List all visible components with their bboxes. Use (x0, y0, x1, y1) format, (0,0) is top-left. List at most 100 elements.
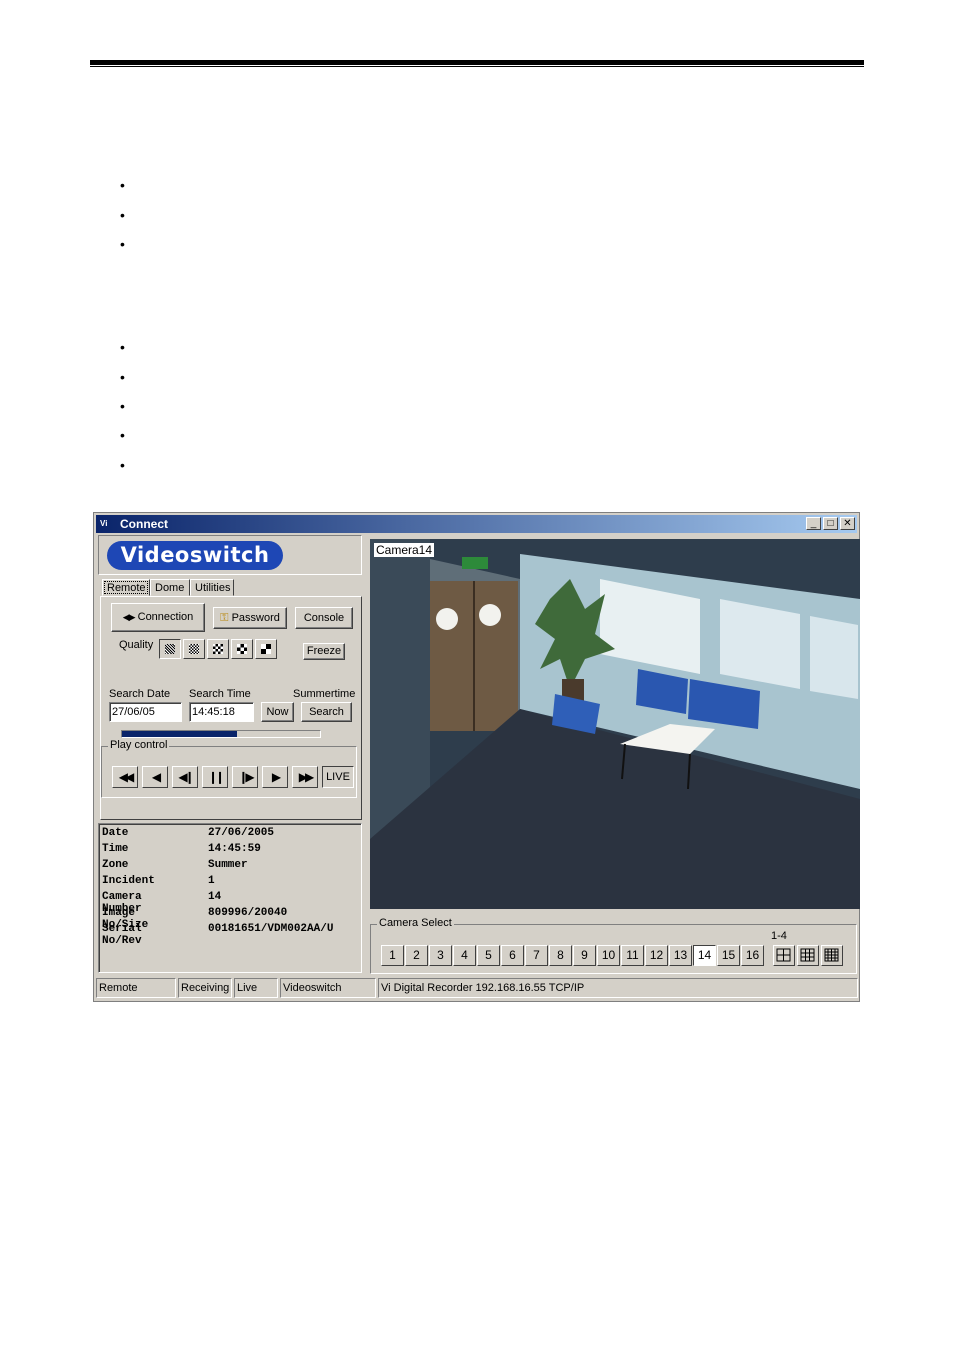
tab-remote[interactable]: Remote (102, 579, 150, 596)
grid-4x4-icon (824, 948, 839, 962)
pause-button[interactable]: ❙❙ (202, 766, 228, 788)
key-icon: ⚿ (220, 612, 229, 624)
quality-5-button[interactable] (255, 639, 277, 659)
grid-3x3-icon (800, 948, 815, 962)
pause-icon: ❙❙ (207, 770, 225, 784)
camera-image (370, 539, 860, 909)
live-button[interactable]: LIVE (322, 766, 354, 788)
app-icon: Vi (100, 519, 108, 528)
password-label: Password (231, 612, 280, 624)
step-back-icon: ◀❙ (178, 770, 194, 784)
quality-low-icon (237, 644, 247, 654)
fast-forward-icon: ▶▶ (298, 770, 315, 784)
rewind-button[interactable]: ◀ (142, 766, 168, 788)
grid-2x2-icon (776, 948, 791, 962)
close-button[interactable]: ✕ (840, 517, 855, 530)
camera-range-label: 1-4 (771, 930, 787, 942)
search-time-input[interactable] (189, 702, 254, 722)
bullet-8: • (120, 457, 125, 473)
status-receiving: Receiving (178, 978, 232, 998)
play-control-group: Play control ◀◀ ◀ ◀❙ ❙❙ ❙▶ ▶ ▶▶ LIVE (101, 739, 357, 798)
camera-button-6[interactable]: 6 (501, 945, 524, 966)
camera-button-7[interactable]: 7 (525, 945, 548, 966)
camera-button-4[interactable]: 4 (453, 945, 476, 966)
left-panel: Videoswitch Remote Dome Utilities ◀▶ Con… (98, 535, 362, 973)
camera-button-1[interactable]: 1 (381, 945, 404, 966)
quality-3-button[interactable] (207, 639, 229, 659)
info-value: 14 (208, 891, 222, 903)
title-bar[interactable]: Vi Connect _ □ ✕ (96, 515, 857, 533)
status-bar: Remote Receiving Live Videoswitch Vi Dig… (96, 977, 858, 999)
step-back-button[interactable]: ◀❙ (172, 766, 198, 788)
maximize-button[interactable]: □ (823, 517, 838, 530)
connection-arrows-icon: ◀▶ (122, 612, 136, 622)
quality-progress-bar (121, 730, 321, 738)
camera-button-3[interactable]: 3 (429, 945, 452, 966)
step-forward-button[interactable]: ❙▶ (232, 766, 258, 788)
step-forward-icon: ❙▶ (238, 770, 254, 784)
grid-2x2-button[interactable] (773, 945, 795, 966)
logo-area: Videoswitch (98, 535, 362, 575)
quality-2-button[interactable] (183, 639, 205, 659)
info-value: Summer (208, 859, 248, 871)
bullet-6: • (120, 398, 125, 414)
bullet-4: • (120, 339, 125, 355)
camera-button-16[interactable]: 16 (741, 945, 764, 966)
search-button[interactable]: Search (301, 702, 352, 722)
bullet-7: • (120, 427, 125, 443)
status-connection: Vi Digital Recorder 192.168.16.55 TCP/IP (378, 978, 858, 998)
info-key: Time (102, 843, 129, 855)
camera-button-5[interactable]: 5 (477, 945, 500, 966)
camera-button-13[interactable]: 13 (669, 945, 692, 966)
camera-button-10[interactable]: 10 (597, 945, 620, 966)
camera-button-12[interactable]: 12 (645, 945, 668, 966)
summertime-label: Summertime (293, 688, 356, 700)
minimize-button[interactable]: _ (806, 517, 821, 530)
camera-button-2[interactable]: 2 (405, 945, 428, 966)
camera-view[interactable]: Camera14 (370, 539, 860, 909)
quality-1-button[interactable] (159, 639, 181, 659)
fast-forward-button[interactable]: ▶▶ (292, 766, 318, 788)
tab-dome[interactable]: Dome (150, 579, 190, 596)
rewind-icon: ◀ (151, 770, 161, 784)
camera-button-15[interactable]: 15 (717, 945, 740, 966)
quality-label: Quality (119, 639, 154, 651)
camera-button-11[interactable]: 11 (621, 945, 644, 966)
info-key: Zone (102, 859, 129, 871)
connection-button[interactable]: ◀▶ Connection (111, 603, 205, 632)
fast-rewind-button[interactable]: ◀◀ (112, 766, 138, 788)
play-button[interactable]: ▶ (262, 766, 288, 788)
tab-utilities[interactable]: Utilities (190, 579, 234, 596)
camera-label: Camera14 (374, 543, 435, 557)
info-value: 00181651/VDM002AA/U (208, 923, 334, 935)
grid-4x4-button[interactable] (821, 945, 843, 966)
bullet-1: • (120, 177, 125, 193)
info-value: 14:45:59 (208, 843, 261, 855)
remote-tab-body: ◀▶ Connection ⚿ Password Console Quality (100, 596, 362, 820)
grid-3x3-button[interactable] (797, 945, 819, 966)
now-button[interactable]: Now (261, 702, 294, 722)
minimize-icon: _ (810, 518, 817, 529)
info-key: Date (102, 827, 129, 839)
camera-button-8[interactable]: 8 (549, 945, 572, 966)
quality-medium-icon (189, 644, 199, 654)
camera-button-9[interactable]: 9 (573, 945, 596, 966)
bullet-5: • (120, 369, 125, 385)
password-button[interactable]: ⚿ Password (213, 607, 287, 629)
maximize-icon: □ (827, 518, 834, 529)
camera-select-title: Camera Select (377, 917, 454, 929)
play-icon: ▶ (271, 770, 281, 784)
console-button[interactable]: Console (295, 607, 353, 629)
camera-button-14[interactable]: 14 (693, 945, 716, 966)
connect-window: Vi Connect _ □ ✕ Videoswitch Remote Dome… (93, 512, 860, 1002)
status-live: Live (234, 978, 278, 998)
search-date-input[interactable] (109, 702, 182, 722)
quality-lowest-icon (261, 644, 271, 654)
search-date-label: Search Date (109, 688, 171, 700)
bullet-2: • (120, 207, 125, 223)
bullet-3: • (120, 236, 125, 252)
close-icon: ✕ (843, 518, 852, 529)
freeze-button[interactable]: Freeze (303, 643, 345, 660)
info-key: Incident (102, 875, 155, 887)
quality-4-button[interactable] (231, 639, 253, 659)
